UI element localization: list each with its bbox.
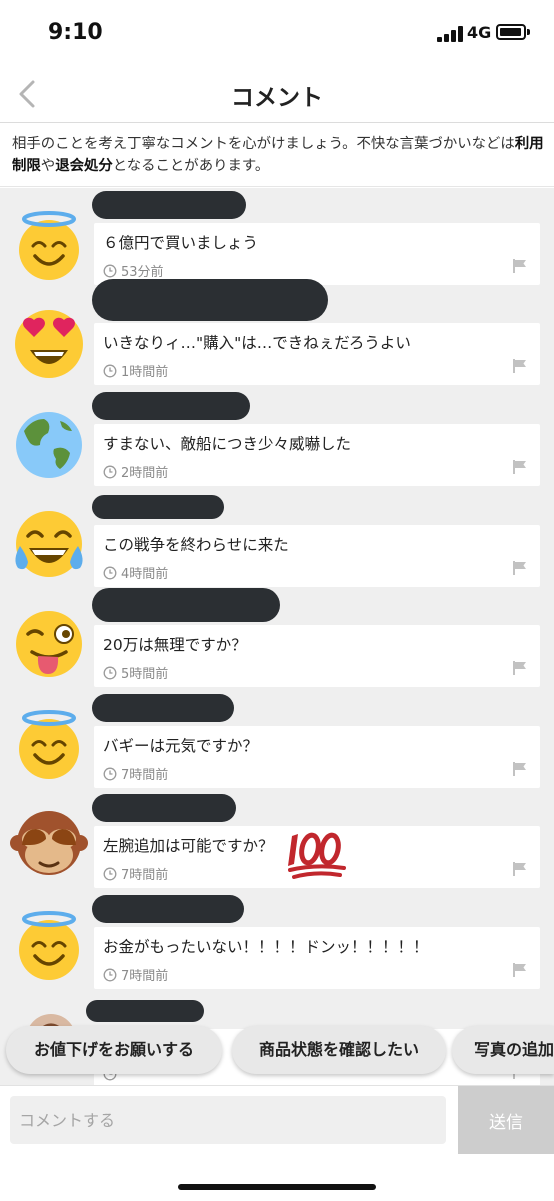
suggestion-chip-price-cut[interactable]: お値下げをお願いする bbox=[6, 1026, 222, 1074]
comment-bubble: ６億円で買いましょう 53分前 bbox=[94, 223, 540, 285]
notice-text-1: 相手のことを考え丁寧なコメントを心がけましょう。不快な言葉づかいなどは bbox=[12, 136, 515, 152]
redacted-username bbox=[92, 794, 236, 822]
see-no-evil-monkey-icon[interactable] bbox=[10, 805, 88, 883]
comment-time: 7時間前 bbox=[103, 965, 168, 984]
redacted-username bbox=[92, 895, 244, 923]
hundred-points-icon bbox=[288, 832, 346, 879]
report-flag-icon[interactable] bbox=[512, 761, 528, 777]
comment-item: この戦争を終わらせに来た 4時間前 bbox=[0, 490, 554, 590]
halo-smile-icon[interactable] bbox=[10, 206, 88, 284]
comment-input[interactable] bbox=[10, 1096, 446, 1144]
battery-tip bbox=[527, 29, 530, 35]
report-flag-icon[interactable] bbox=[512, 861, 528, 877]
comment-time: 53分前 bbox=[103, 261, 164, 280]
comment-text: いきなりィ…"購入"は…できねぇだろうよい bbox=[103, 334, 411, 352]
redacted-username bbox=[92, 495, 224, 519]
comment-guideline-notice: 相手のことを考え丁寧なコメントを心がけましょう。不快な言葉づかいなどは利用制限や… bbox=[0, 123, 554, 187]
status-time: 9:10 bbox=[48, 20, 103, 45]
comment-time: 4時間前 bbox=[103, 563, 168, 582]
report-flag-icon[interactable] bbox=[512, 962, 528, 978]
comment-bubble: 20万は無理ですか？ 5時間前 bbox=[94, 625, 540, 687]
report-flag-icon[interactable] bbox=[512, 459, 528, 475]
notice-text-3: となることがあります。 bbox=[112, 158, 270, 174]
halo-smile-icon[interactable] bbox=[10, 906, 88, 984]
report-flag-icon[interactable] bbox=[512, 560, 528, 576]
notice-account-suspension: 退会処分 bbox=[55, 158, 113, 174]
comment-time-text: 1時間前 bbox=[121, 365, 169, 380]
halo-smile-icon[interactable] bbox=[10, 705, 88, 783]
suggestion-chips: お値下げをお願いする 商品状態を確認したい 写真の追加 bbox=[0, 1026, 554, 1074]
comment-time: 1時間前 bbox=[103, 361, 168, 380]
comment-bubble: お金がもったいない！！！！ドンッ！！！！！ 7時間前 bbox=[94, 927, 540, 989]
clock-icon bbox=[103, 566, 117, 579]
comment-time-text: 7時間前 bbox=[121, 768, 169, 783]
comment-text: すまない、敵船につき少々威嚇した bbox=[103, 435, 352, 453]
redacted-username bbox=[92, 694, 234, 722]
comment-input-bar: 送信 bbox=[0, 1085, 554, 1201]
battery-icon bbox=[496, 24, 526, 40]
comment-time-text: 2時間前 bbox=[121, 466, 169, 481]
heart-eyes-icon[interactable] bbox=[10, 302, 88, 380]
comment-bubble: すまない、敵船につき少々威嚇した 2時間前 bbox=[94, 424, 540, 486]
comment-time-text: 7時間前 bbox=[121, 868, 169, 883]
comment-text: 20万は無理ですか？ bbox=[103, 636, 247, 654]
comment-list[interactable]: ６億円で買いましょう 53分前 いきなりィ…"購入"は…できねぇだろうよい 1時… bbox=[0, 188, 554, 1088]
tears-of-joy-icon[interactable] bbox=[10, 504, 88, 582]
status-bar: 9:10 4G bbox=[0, 0, 554, 64]
signal-icon bbox=[437, 26, 463, 42]
comment-text: バギーは元気ですか？ bbox=[103, 737, 259, 755]
report-flag-icon[interactable] bbox=[512, 258, 528, 274]
comment-item: すまない、敵船につき少々威嚇した 2時間前 bbox=[0, 389, 554, 489]
comment-text: 左腕追加は可能ですか？ bbox=[103, 837, 274, 855]
comment-item: 20万は無理ですか？ 5時間前 bbox=[0, 588, 554, 690]
clock-icon bbox=[103, 968, 117, 981]
clock-icon bbox=[103, 364, 117, 377]
comment-item: 左腕追加は可能ですか？ 7時間前 bbox=[0, 791, 554, 891]
redacted-username bbox=[86, 1000, 204, 1022]
comment-item: バギーは元気ですか？ 7時間前 bbox=[0, 691, 554, 791]
clock-icon bbox=[103, 465, 117, 478]
comment-time: 7時間前 bbox=[103, 864, 168, 883]
comment-text: ６億円で買いましょう bbox=[103, 234, 259, 252]
redacted-username bbox=[92, 191, 246, 219]
comment-item: ６億円で買いましょう 53分前 bbox=[0, 188, 554, 288]
clock-icon bbox=[103, 867, 117, 880]
redacted-username bbox=[92, 588, 280, 622]
comment-text: この戦争を終わらせに来た bbox=[103, 536, 289, 554]
comment-time: 2時間前 bbox=[103, 462, 168, 481]
comment-time-text: 7時間前 bbox=[121, 969, 169, 984]
comment-bubble: いきなりィ…"購入"は…できねぇだろうよい 1時間前 bbox=[94, 323, 540, 385]
network-type: 4G bbox=[467, 23, 492, 42]
comment-time-text: 5時間前 bbox=[121, 667, 169, 682]
report-flag-icon[interactable] bbox=[512, 660, 528, 676]
winking-tongue-icon[interactable] bbox=[10, 604, 88, 682]
globe-icon[interactable] bbox=[10, 403, 88, 481]
redacted-username bbox=[92, 392, 250, 420]
comment-item: お金がもったいない！！！！ドンッ！！！！！ 7時間前 bbox=[0, 892, 554, 992]
comment-time-text: 4時間前 bbox=[121, 567, 169, 582]
send-button[interactable]: 送信 bbox=[458, 1086, 554, 1154]
comment-text: お金がもったいない！！！！ドンッ！！！！！ bbox=[103, 938, 429, 956]
notice-text-2: や bbox=[40, 158, 56, 174]
comment-item: いきなりィ…"購入"は…できねぇだろうよい 1時間前 bbox=[0, 279, 554, 388]
home-indicator[interactable] bbox=[178, 1184, 376, 1190]
page-title: コメント bbox=[231, 85, 323, 111]
comment-bubble: この戦争を終わらせに来た 4時間前 bbox=[94, 525, 540, 587]
comment-time: 5時間前 bbox=[103, 663, 168, 682]
redacted-username bbox=[92, 279, 328, 321]
suggestion-chip-item-condition[interactable]: 商品状態を確認したい bbox=[232, 1026, 446, 1074]
clock-icon bbox=[103, 767, 117, 780]
comment-time-text: 53分前 bbox=[121, 265, 164, 280]
nav-bar: コメント bbox=[0, 64, 554, 123]
report-flag-icon[interactable] bbox=[512, 358, 528, 374]
suggestion-chip-add-photo[interactable]: 写真の追加 bbox=[452, 1026, 554, 1074]
comment-time: 7時間前 bbox=[103, 764, 168, 783]
comment-bubble: バギーは元気ですか？ 7時間前 bbox=[94, 726, 540, 788]
clock-icon bbox=[103, 666, 117, 679]
clock-icon bbox=[103, 264, 117, 277]
